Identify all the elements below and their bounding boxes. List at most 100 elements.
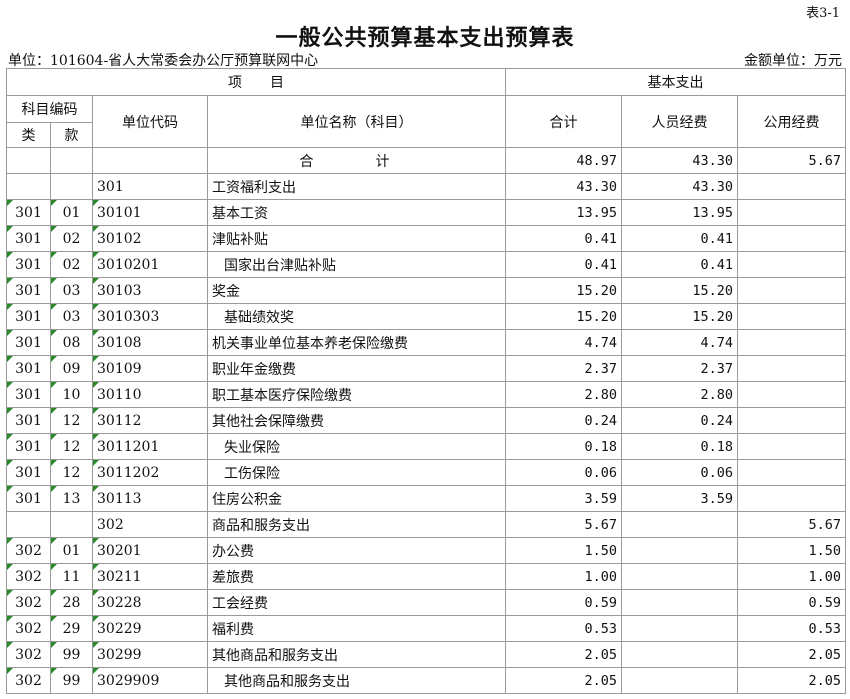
cell-public bbox=[736, 329, 847, 356]
cell-unit-code: 30201 bbox=[92, 537, 208, 564]
cell-unit-name: 津贴补贴 bbox=[207, 225, 506, 252]
cell-kuan: 12 bbox=[50, 407, 93, 434]
cell-unit-code: 302 bbox=[92, 511, 208, 538]
cell-unit-code: 30113 bbox=[92, 485, 208, 512]
cell-kuan: 99 bbox=[50, 641, 93, 668]
amount-unit-label: 金额单位：万元 bbox=[744, 53, 842, 69]
cell-total: 15.20 bbox=[505, 303, 622, 330]
cell-public: 0.53 bbox=[736, 615, 847, 642]
cell-kuan: 09 bbox=[50, 355, 93, 382]
header-public: 公用经费 bbox=[736, 95, 847, 148]
cell-public bbox=[736, 303, 847, 330]
cell-unit-name: 福利费 bbox=[207, 615, 506, 642]
cell-kuan bbox=[50, 511, 93, 538]
cell-unit-name: 职工基本医疗保险缴费 bbox=[207, 381, 506, 408]
cell-unit-code: 30211 bbox=[92, 563, 208, 590]
cell-personnel: 15.20 bbox=[621, 277, 738, 304]
cell-unit-name: 其他社会保障缴费 bbox=[207, 407, 506, 434]
cell-unit-name: 住房公积金 bbox=[207, 485, 506, 512]
cell-public: 2.05 bbox=[736, 667, 847, 694]
unit-label: 单位：101604-省人大常委会办公厅预算联网中心 bbox=[8, 53, 319, 69]
cell-lei: 301 bbox=[6, 329, 51, 356]
table-row: 301 13 30113 住房公积金 3.59 3.59 bbox=[6, 485, 847, 512]
cell-total: 0.24 bbox=[505, 407, 622, 434]
header-personnel: 人员经费 bbox=[621, 95, 738, 148]
cell-unit-code: 30109 bbox=[92, 355, 208, 382]
cell-public bbox=[736, 381, 847, 408]
budget-table: 项 目 基本支出 科目编码 单位代码 单位名称（科目） 合计 人员经费 公用经费… bbox=[6, 68, 847, 694]
table-row: 301 02 30102 津贴补贴 0.41 0.41 bbox=[6, 225, 847, 252]
cell-personnel: 15.20 bbox=[621, 303, 738, 330]
cell-lei: 302 bbox=[6, 563, 51, 590]
cell-kuan: 01 bbox=[50, 537, 93, 564]
cell-public bbox=[736, 199, 847, 226]
cell-unit-name: 工会经费 bbox=[207, 589, 506, 616]
cell-unit-code: 30101 bbox=[92, 199, 208, 226]
cell-unit-code: 30299 bbox=[92, 641, 208, 668]
cell-public bbox=[736, 459, 847, 486]
cell-public: 2.05 bbox=[736, 641, 847, 668]
cell-unit-name: 工伤保险 bbox=[207, 459, 506, 486]
cell-personnel bbox=[621, 667, 738, 694]
cell-unit-name: 基本工资 bbox=[207, 199, 506, 226]
cell-unit-code: 3010303 bbox=[92, 303, 208, 330]
cell-personnel bbox=[621, 589, 738, 616]
header-total: 合计 bbox=[505, 95, 622, 148]
cell-personnel: 0.06 bbox=[621, 459, 738, 486]
cell-personnel: 0.24 bbox=[621, 407, 738, 434]
cell-personnel: 2.37 bbox=[621, 355, 738, 382]
cell-unit-name: 工资福利支出 bbox=[207, 173, 506, 200]
cell-total: 0.53 bbox=[505, 615, 622, 642]
cell-public bbox=[736, 173, 847, 200]
cell-personnel bbox=[621, 537, 738, 564]
cell-total: 0.06 bbox=[505, 459, 622, 486]
cell-kuan: 12 bbox=[50, 459, 93, 486]
cell-lei: 301 bbox=[6, 485, 51, 512]
cell-personnel: 0.41 bbox=[621, 251, 738, 278]
cell-public bbox=[736, 433, 847, 460]
cell-lei bbox=[6, 511, 51, 538]
cell-total: 13.95 bbox=[505, 199, 622, 226]
table-row: 301 12 30112 其他社会保障缴费 0.24 0.24 bbox=[6, 407, 847, 434]
cell-total: 43.30 bbox=[505, 173, 622, 200]
cell-unit-name: 合 计 bbox=[207, 147, 506, 174]
cell-public bbox=[736, 407, 847, 434]
table-row: 301 01 30101 基本工资 13.95 13.95 bbox=[6, 199, 847, 226]
cell-personnel bbox=[621, 641, 738, 668]
table-row: 301 03 3010303 基础绩效奖 15.20 15.20 bbox=[6, 303, 847, 330]
cell-personnel bbox=[621, 563, 738, 590]
cell-unit-name: 奖金 bbox=[207, 277, 506, 304]
cell-public: 5.67 bbox=[736, 147, 847, 174]
cell-total: 4.74 bbox=[505, 329, 622, 356]
page-title: 一般公共预算基本支出预算表 bbox=[275, 25, 575, 51]
cell-unit-code: 30110 bbox=[92, 381, 208, 408]
cell-unit-name: 国家出台津贴补贴 bbox=[207, 251, 506, 278]
cell-public bbox=[736, 225, 847, 252]
cell-personnel: 4.74 bbox=[621, 329, 738, 356]
cell-personnel bbox=[621, 511, 738, 538]
cell-total: 1.50 bbox=[505, 537, 622, 564]
table-row: 301 12 3011201 失业保险 0.18 0.18 bbox=[6, 433, 847, 460]
group-row: 301 工资福利支出 43.30 43.30 bbox=[6, 173, 847, 200]
table-row: 301 03 30103 奖金 15.20 15.20 bbox=[6, 277, 847, 304]
cell-kuan: 02 bbox=[50, 225, 93, 252]
cell-unit-code: 3011202 bbox=[92, 459, 208, 486]
cell-kuan: 08 bbox=[50, 329, 93, 356]
cell-unit-name: 差旅费 bbox=[207, 563, 506, 590]
cell-public: 1.50 bbox=[736, 537, 847, 564]
cell-unit-code: 30103 bbox=[92, 277, 208, 304]
cell-total: 0.18 bbox=[505, 433, 622, 460]
cell-unit-code: 3011201 bbox=[92, 433, 208, 460]
table-row: 302 11 30211 差旅费 1.00 1.00 bbox=[6, 563, 847, 590]
cell-unit-code: 30228 bbox=[92, 589, 208, 616]
cell-lei: 302 bbox=[6, 615, 51, 642]
cell-kuan bbox=[50, 147, 93, 174]
table-row: 301 08 30108 机关事业单位基本养老保险缴费 4.74 4.74 bbox=[6, 329, 847, 356]
cell-unit-name: 其他商品和服务支出 bbox=[207, 667, 506, 694]
cell-public bbox=[736, 251, 847, 278]
table-body: 合 计 48.97 43.30 5.67 301 工资福利支出 43.30 43.30 301 0… bbox=[6, 147, 847, 694]
cell-kuan: 13 bbox=[50, 485, 93, 512]
cell-lei: 302 bbox=[6, 589, 51, 616]
cell-lei: 301 bbox=[6, 355, 51, 382]
cell-lei bbox=[6, 173, 51, 200]
